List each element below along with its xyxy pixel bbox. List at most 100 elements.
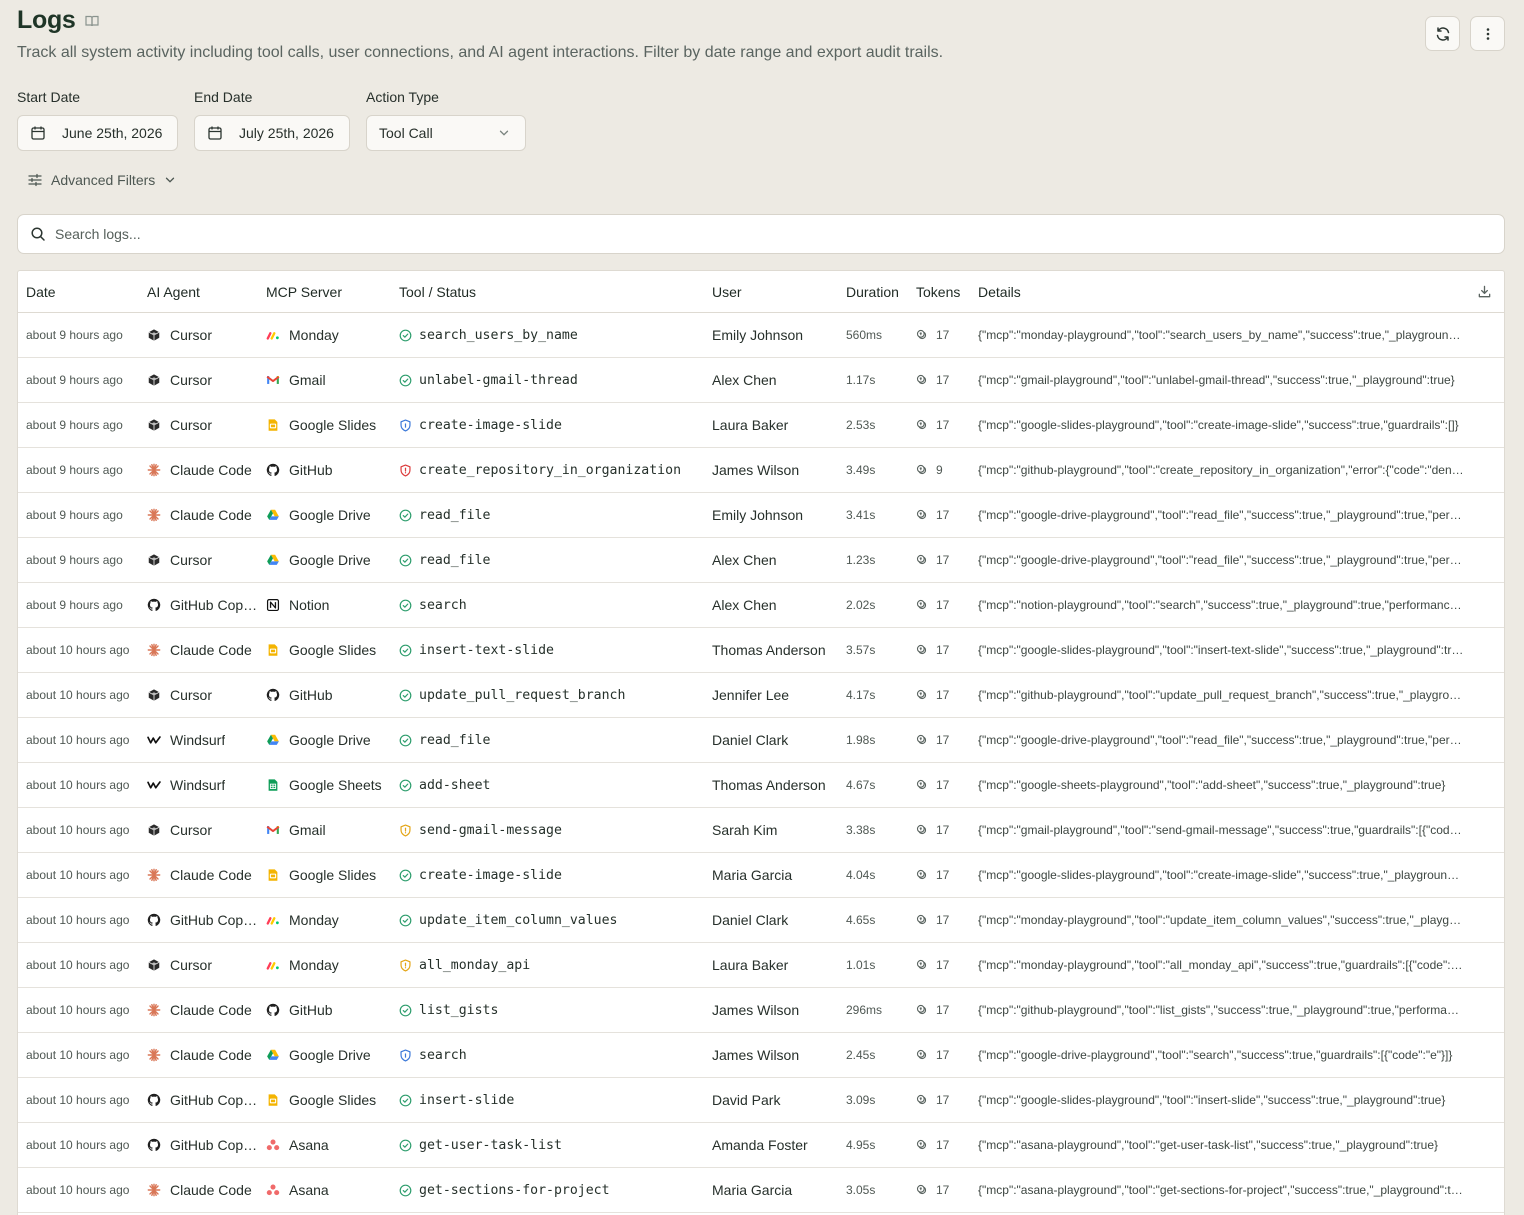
row-agent-name: GitHub Copilot [170, 912, 258, 928]
row-tokens: 17 [908, 598, 970, 612]
row-token-count: 17 [936, 913, 950, 927]
row-tool: update_item_column_values [391, 913, 704, 928]
table-row[interactable]: about 10 hours ago GitHub Copilot Asana get… [18, 1123, 1504, 1168]
header-tool[interactable]: Tool / Status [391, 284, 704, 300]
row-tool-name: update_pull_request_branch [419, 687, 626, 703]
cursor-logo-icon [147, 958, 161, 972]
header-tokens[interactable]: Tokens [908, 284, 970, 300]
row-agent-name: Cursor [170, 372, 213, 388]
row-agent: Claude Code [139, 1047, 258, 1063]
table-row[interactable]: about 10 hours ago Claude Code Asana get-se… [18, 1168, 1504, 1213]
shield-info-icon [399, 1049, 412, 1062]
start-date-value: June 25th, 2026 [62, 125, 163, 141]
row-date: about 10 hours ago [26, 913, 130, 927]
table-body: about 9 hours ago Cursor Monday search_user… [18, 313, 1504, 1213]
row-user: Maria Garcia [712, 1182, 793, 1198]
table-row[interactable]: about 9 hours ago Cursor Monday search_user… [18, 313, 1504, 358]
asana-logo-icon [266, 1183, 280, 1197]
row-tool: search_users_by_name [391, 328, 704, 343]
advanced-filters-toggle[interactable]: Advanced Filters [27, 172, 177, 188]
table-row[interactable]: about 10 hours ago Cursor GitHub update_pul… [18, 673, 1504, 718]
row-date: about 9 hours ago [26, 598, 123, 612]
table-row[interactable]: about 9 hours ago Claude Code Google Drive… [18, 493, 1504, 538]
search-bar [17, 214, 1505, 254]
row-agent: Claude Code [139, 867, 258, 883]
row-agent-name: Windsurf [170, 777, 226, 793]
row-duration: 4.17s [846, 688, 876, 702]
table-row[interactable]: about 10 hours ago GitHub Copilot Google S… [18, 1078, 1504, 1123]
header-details: Details [978, 283, 1021, 300]
row-server: Google Slides [258, 1092, 391, 1108]
tokens-icon [916, 824, 929, 837]
refresh-button[interactable] [1425, 16, 1460, 51]
row-tool: insert-text-slide [391, 643, 704, 658]
row-agent: GitHub Copilot [139, 1092, 258, 1108]
table-row[interactable]: about 9 hours ago Claude Code GitHub create… [18, 448, 1504, 493]
tokens-icon [916, 1094, 929, 1107]
table-row[interactable]: about 10 hours ago Cursor Gmail send-gmail-… [18, 808, 1504, 853]
table-row[interactable]: about 10 hours ago Windsurf Google Sheets a… [18, 763, 1504, 808]
table-row[interactable]: about 10 hours ago Cursor Monday all_monday… [18, 943, 1504, 988]
google-slides-logo-icon [266, 643, 280, 657]
more-options-button[interactable] [1470, 16, 1505, 51]
row-tool-name: insert-text-slide [419, 642, 554, 658]
table-row[interactable]: about 10 hours ago Claude Code Google Slid… [18, 853, 1504, 898]
start-date-filter: Start Date June 25th, 2026 [17, 89, 178, 151]
row-tool: create_repository_in_organization [391, 463, 704, 478]
header-agent[interactable]: AI Agent [139, 284, 258, 300]
success-check-icon [399, 599, 412, 612]
table-row[interactable]: about 10 hours ago Windsurf Google Drive re… [18, 718, 1504, 763]
row-date: about 9 hours ago [26, 373, 123, 387]
table-row[interactable]: about 10 hours ago Claude Code Google Driv… [18, 1033, 1504, 1078]
row-server-name: Gmail [289, 372, 326, 388]
table-row[interactable]: about 9 hours ago GitHub Copilot Notion sea… [18, 583, 1504, 628]
table-row[interactable]: about 10 hours ago GitHub Copilot Monday up… [18, 898, 1504, 943]
success-check-icon [399, 554, 412, 567]
row-server-name: GitHub [289, 687, 333, 703]
export-download-button[interactable] [1477, 284, 1492, 304]
google-drive-logo-icon [266, 508, 280, 522]
action-type-filter: Action Type Tool Call [366, 89, 526, 151]
claude-logo-icon [147, 643, 161, 657]
row-server: Asana [258, 1137, 391, 1153]
row-user: Sarah Kim [712, 822, 778, 838]
action-type-value: Tool Call [379, 125, 433, 141]
start-date-picker[interactable]: June 25th, 2026 [17, 115, 178, 151]
row-token-count: 17 [936, 1093, 950, 1107]
table-row[interactable]: about 10 hours ago Claude Code Google Slid… [18, 628, 1504, 673]
row-tool: read_file [391, 553, 704, 568]
row-date: about 9 hours ago [26, 508, 123, 522]
row-agent: Cursor [139, 822, 258, 838]
row-duration: 2.02s [846, 598, 876, 612]
row-date: about 10 hours ago [26, 688, 130, 702]
row-date: about 10 hours ago [26, 1138, 130, 1152]
start-date-label: Start Date [17, 89, 81, 105]
row-agent-name: Cursor [170, 552, 213, 568]
header-duration[interactable]: Duration [838, 284, 908, 300]
row-details: {"mcp":"monday-playground","tool":"updat… [978, 912, 1464, 927]
row-tool: create-image-slide [391, 868, 704, 883]
table-row[interactable]: about 9 hours ago Cursor Google Drive read_… [18, 538, 1504, 583]
docs-book-icon[interactable] [84, 13, 100, 29]
header-date[interactable]: Date [18, 284, 139, 300]
action-type-select[interactable]: Tool Call [366, 115, 526, 151]
header-user[interactable]: User [704, 284, 838, 300]
google-drive-logo-icon [266, 733, 280, 747]
table-row[interactable]: about 9 hours ago Cursor Google Slides crea… [18, 403, 1504, 448]
end-date-label: End Date [194, 89, 253, 105]
success-check-icon [399, 779, 412, 792]
google-slides-logo-icon [266, 1093, 280, 1107]
row-server: Google Drive [258, 732, 391, 748]
row-server-name: Google Drive [289, 1047, 371, 1063]
search-input[interactable] [55, 226, 1492, 242]
row-agent-name: GitHub Copilot [170, 1137, 258, 1153]
cursor-logo-icon [147, 553, 161, 567]
row-server-name: Google Sheets [289, 777, 382, 793]
row-server: GitHub [258, 462, 391, 478]
table-row[interactable]: about 10 hours ago Claude Code GitHub list_… [18, 988, 1504, 1033]
table-row[interactable]: about 9 hours ago Cursor Gmail unlabel-gmai… [18, 358, 1504, 403]
row-tool-name: get-sections-for-project [419, 1182, 610, 1198]
tokens-icon [916, 509, 929, 522]
end-date-picker[interactable]: July 25th, 2026 [194, 115, 350, 151]
header-server[interactable]: MCP Server [258, 284, 391, 300]
